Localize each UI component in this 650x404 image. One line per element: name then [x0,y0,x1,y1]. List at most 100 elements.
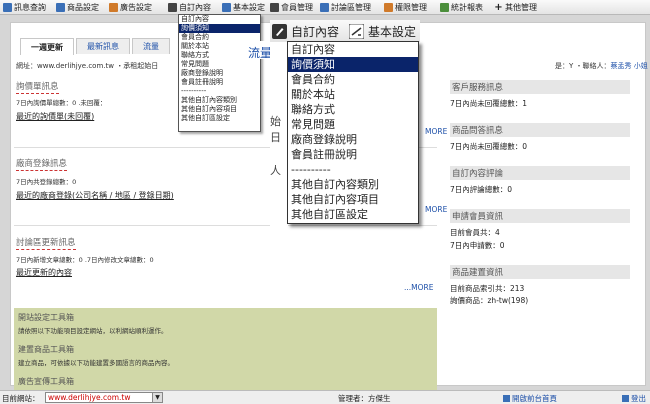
section-title-forum: 討論區更新訊息 [16,238,76,250]
dropdown-item[interactable]: 常見問題 [179,60,260,69]
menu-basic-settings[interactable]: 基本設定 [222,0,265,15]
tab-latest-news[interactable]: 最新訊息 [76,38,130,54]
zoom-dropdown-item[interactable]: 會員合約 [288,72,418,87]
logout-link[interactable]: 登出 [622,393,646,404]
statusbar: 目前網站： www.derlihjye.com.tw ▼ 管理者：方傑生 開啟前台… [0,390,650,404]
dropdown-item[interactable]: 其他自訂區設定 [179,114,260,123]
tab-weekly-update[interactable]: 一週更新 [20,38,74,55]
menu-forum-management[interactable]: 討論區管理 [320,0,371,15]
dropdown-item[interactable]: 廠商登錄說明 [179,69,260,78]
zoom-dropdown-item[interactable]: 其他自訂內容項目 [288,192,418,207]
toolbox-panel: 開站設定工具箱 請依照以下功能項目設定網站，以利網站順利運作。 建置商品工具箱 … [14,308,437,390]
section-stat-forum: 7日內新增文章總數：0 .7日內修改文章總數：0 [16,256,154,264]
menu-custom-content[interactable]: 自訂內容 [168,0,211,15]
zoom-dropdown-separator: ---------- [291,163,331,176]
menu-label: 訊息查詢 [14,3,46,12]
more-link-inquiry[interactable]: MORE [425,127,447,136]
members-icon [270,3,279,12]
zoom-dropdown-item[interactable]: 聯絡方式 [288,102,418,117]
menu-label: 自訂內容 [179,3,211,12]
dropdown-item[interactable]: 會員註冊說明 [179,78,260,87]
site-select-value: www.derlihjye.com.tw [48,393,131,402]
search-icon [3,3,12,12]
zoom-dropdown-item[interactable]: 廠商登錄說明 [288,132,418,147]
open-frontend-link[interactable]: 開啟前台首頁 [503,393,557,404]
right-stat: 目前商品索引共：213 [450,284,525,293]
dropdown-item-inquiry-notice[interactable]: 詢價須知 [179,24,260,33]
toolbox-title-product-build[interactable]: 建置商品工具箱 [18,344,74,355]
site-info: 網址：www.derlihjye.com.tw ・承租起始日 [16,62,159,70]
site-status: 是：Y ・聯絡人：蔡孟秀 小姐 [555,61,648,71]
dropdown-item[interactable]: 其他自訂內容類別 [179,96,260,105]
menubar: 訊息查詢 商品設定 廣告設定 自訂內容 基本設定 會員管理 討論區管理 權限管理… [0,0,650,15]
status-text: 是：Y ・聯絡人： [555,62,611,70]
right-title-customer-service: 客戶服務訊息 [450,80,630,94]
pencil-icon [272,23,287,39]
menu-label: 其他管理 [505,3,537,12]
menu-reports[interactable]: 統計報表 [440,0,483,15]
tab-bar: 一週更新 最新訊息 流量 [20,38,170,55]
chevron-down-icon: ▼ [152,393,162,402]
toolbox-title-site-setup[interactable]: 開站設定工具箱 [18,312,74,323]
menu-message-query[interactable]: 訊息查詢 [3,0,46,15]
right-stat: 目前會員共：4 [450,228,500,237]
zoom-menubar: 自訂內容 基本設定 [270,20,420,42]
zoom-dropdown-item-inquiry-notice[interactable]: 詢價須知 [288,57,418,72]
menu-permission-management[interactable]: 權限管理 [384,0,427,15]
zoom-label: 自訂內容 [291,24,340,39]
right-stat: 詢價商品：zh-tw(198) [450,296,529,305]
logout-label: 登出 [631,394,646,403]
more-link-forum[interactable]: ...MORE [404,283,433,292]
right-stat: 7日內申請數：0 [450,241,505,250]
menu-label: 基本設定 [233,3,265,12]
menu-label: 權限管理 [395,3,427,12]
menu-label: 廣告設定 [120,3,152,12]
admin-label: 管理者：方傑生 [338,394,391,403]
zoom-dropdown-item[interactable]: 其他自訂內容類別 [288,177,418,192]
menu-label: 統計報表 [451,3,483,12]
forum-icon [320,3,329,12]
dropdown-separator: ---------- [181,87,207,95]
ad-icon [109,3,118,12]
zoom-dropdown-item[interactable]: 常見問題 [288,117,418,132]
right-title-product-qa: 商品問答訊息 [450,123,630,137]
zoom-dropdown-item[interactable]: 關於本站 [288,87,418,102]
settings-icon [222,3,231,12]
right-title-content-comments: 自訂內容評論 [450,166,630,180]
zoom-left-strip: 始日 人 [270,42,288,228]
tab-traffic[interactable]: 流量 [132,38,170,54]
toolbox-title-advertising[interactable]: 廣告宣傳工具箱 [18,376,74,387]
link-recent-vendors[interactable]: 最近的廠商登錄(公司名稱 / 地區 / 登錄日期) [16,190,174,201]
zoomed-dropdown: 自訂內容 詢價須知 會員合約 關於本站 聯絡方式 常見問題 廠商登錄說明 會員註… [287,41,419,224]
zoom-behind-text: 流量 [248,46,273,60]
link-recent-forum[interactable]: 最近更新的內容 [16,267,72,278]
logout-icon [622,395,629,402]
zoom-dropdown-header: 自訂內容 [291,43,335,56]
menu-label: 商品設定 [67,3,99,12]
open-frontend-label: 開啟前台首頁 [512,394,557,403]
right-title-member-applications: 申請會員資訊 [450,209,630,223]
right-stat: 7日內尚未回覆總數：0 [450,142,528,151]
link-recent-inquiries[interactable]: 最近的詢價單(未回覆) [16,111,94,122]
menu-member-management[interactable]: 會員管理 [270,0,313,15]
site-select[interactable]: www.derlihjye.com.tw ▼ [45,392,163,403]
menu-product-settings[interactable]: 商品設定 [56,0,99,15]
zoom-dropdown-item[interactable]: 會員註冊說明 [288,147,418,162]
zoom-behind-char: 人 [270,164,281,177]
right-stat: 7日內評論總數：0 [450,185,513,194]
toolbox-desc: 建立商品，可依據以下功能建置多國語言的商品內容。 [18,359,174,367]
dropdown-item[interactable]: 其他自訂內容項目 [179,105,260,114]
contact-name: 蔡孟秀 小姐 [610,62,648,70]
menu-other-management[interactable]: + 其他管理 [494,0,537,15]
plus-icon: + [494,2,503,13]
zoom-dropdown-item[interactable]: 其他自訂區設定 [288,207,418,222]
dropdown-header: 自訂內容 [181,15,209,23]
more-link-vendor[interactable]: MORE [425,205,447,214]
right-stat: 7日內尚未回覆總數：1 [450,99,528,108]
pencil-icon [168,3,177,12]
chart-icon [440,3,449,12]
divider [14,225,437,226]
menu-ad-settings[interactable]: 廣告設定 [109,0,152,15]
zoom-behind-char: 始日 [270,115,281,144]
custom-content-dropdown: 自訂內容 詢價須知 會員合約 關於本站 聯絡方式 常見問題 廠商登錄說明 會員註… [178,14,261,132]
